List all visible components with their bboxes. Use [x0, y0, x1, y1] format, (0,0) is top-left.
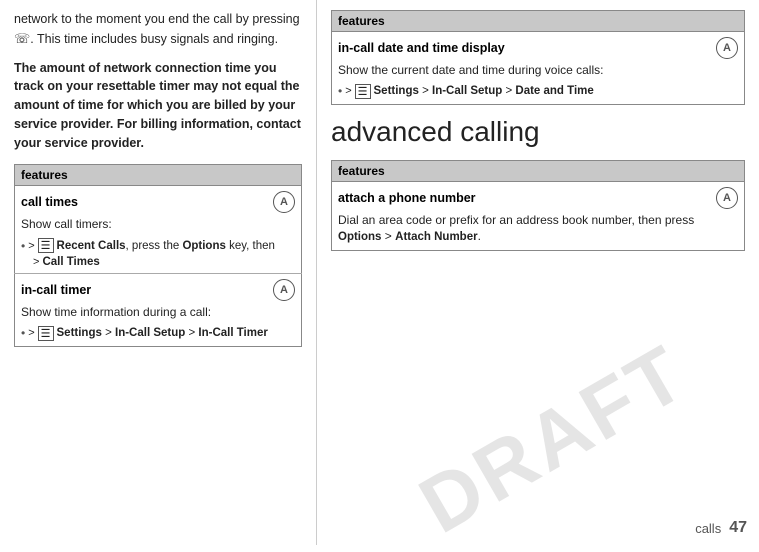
accessibility-icon-4: A: [716, 187, 738, 209]
accessibility-icon-3: A: [716, 37, 738, 59]
feature-attach-phone: attach a phone number A Dial an area cod…: [332, 181, 745, 251]
features-table-left: features call times A Show call timers: …: [14, 164, 302, 347]
right-column: features in-call date and time display A…: [316, 0, 759, 545]
draft-watermark: DRAFT: [404, 326, 702, 551]
section-heading-advanced-calling: advanced calling: [331, 117, 745, 148]
settings-icon-1: ☰: [38, 326, 54, 341]
call-times-bold: Call Times: [42, 256, 99, 268]
feature-call-times: call times A Show call timers: • > ☰ Rec…: [15, 186, 302, 274]
feature-call-times-nav: • > ☰ Recent Calls, press the Options ke…: [21, 238, 295, 268]
in-call-date-nav-text: Settings > In-Call Setup > Date and Time: [374, 85, 594, 97]
page-number: 47: [729, 519, 747, 537]
bold-paragraph: The amount of network connection time yo…: [14, 59, 302, 153]
features-table-right-top: features in-call date and time display A…: [331, 10, 745, 105]
features-header-right-top: features: [332, 11, 745, 32]
in-call-timer-nav-text: Settings > In-Call Setup > In-Call Timer: [57, 327, 268, 339]
intro-text: network to the moment you end the call b…: [14, 10, 302, 49]
feature-in-call-timer-title: in-call timer A: [21, 279, 295, 301]
features-table-right-bottom: features attach a phone number A Dial an…: [331, 160, 745, 252]
feature-in-call-date-desc: Show the current date and time during vo…: [338, 62, 738, 79]
recent-calls-icon: ☰: [38, 238, 54, 253]
arrow-4: >: [345, 85, 351, 97]
feature-attach-phone-options: Options > Attach Number.: [338, 229, 481, 243]
feature-attach-phone-label: attach a phone number: [338, 191, 476, 205]
phone-icon: ☏: [14, 31, 30, 46]
feature-call-times-nav-text: Recent Calls, press the Options key, the…: [57, 240, 275, 252]
settings-icon-2: ☰: [355, 84, 371, 99]
features-header-left: features: [15, 165, 302, 186]
feature-in-call-date-label: in-call date and time display: [338, 41, 505, 55]
feature-call-times-desc: Show call timers:: [21, 216, 295, 233]
page-footer: calls 47: [695, 519, 747, 537]
accessibility-icon-2: A: [273, 279, 295, 301]
feature-in-call-date-title: in-call date and time display A: [338, 37, 738, 59]
feature-call-times-label: call times: [21, 195, 78, 209]
feature-in-call-timer-desc: Show time information during a call:: [21, 304, 295, 321]
feature-in-call-date-nav: • > ☰ Settings > In-Call Setup > Date an…: [338, 84, 738, 99]
accessibility-icon-1: A: [273, 191, 295, 213]
feature-attach-phone-desc-text: Dial an area code or prefix for an addre…: [338, 213, 694, 227]
feature-in-call-timer-nav: • > ☰ Settings > In-Call Setup > In-Call…: [21, 326, 295, 341]
arrow-3: >: [28, 327, 34, 339]
arrow-1: >: [28, 240, 34, 252]
feature-in-call-date: in-call date and time display A Show the…: [332, 32, 745, 105]
arrow-2: >: [33, 256, 39, 268]
features-header-right-bottom: features: [332, 160, 745, 181]
feature-call-times-title: call times A: [21, 191, 295, 213]
left-column: network to the moment you end the call b…: [0, 0, 316, 545]
intro-text-part1: network to the moment you end the call b…: [14, 12, 300, 26]
feature-in-call-timer: in-call timer A Show time information du…: [15, 274, 302, 347]
feature-attach-phone-title: attach a phone number A: [338, 187, 738, 209]
intro-text-part2: . This time includes busy signals and ri…: [30, 32, 278, 46]
footer-label: calls: [695, 521, 721, 536]
feature-attach-phone-desc: Dial an area code or prefix for an addre…: [338, 212, 738, 246]
feature-in-call-timer-label: in-call timer: [21, 283, 91, 297]
